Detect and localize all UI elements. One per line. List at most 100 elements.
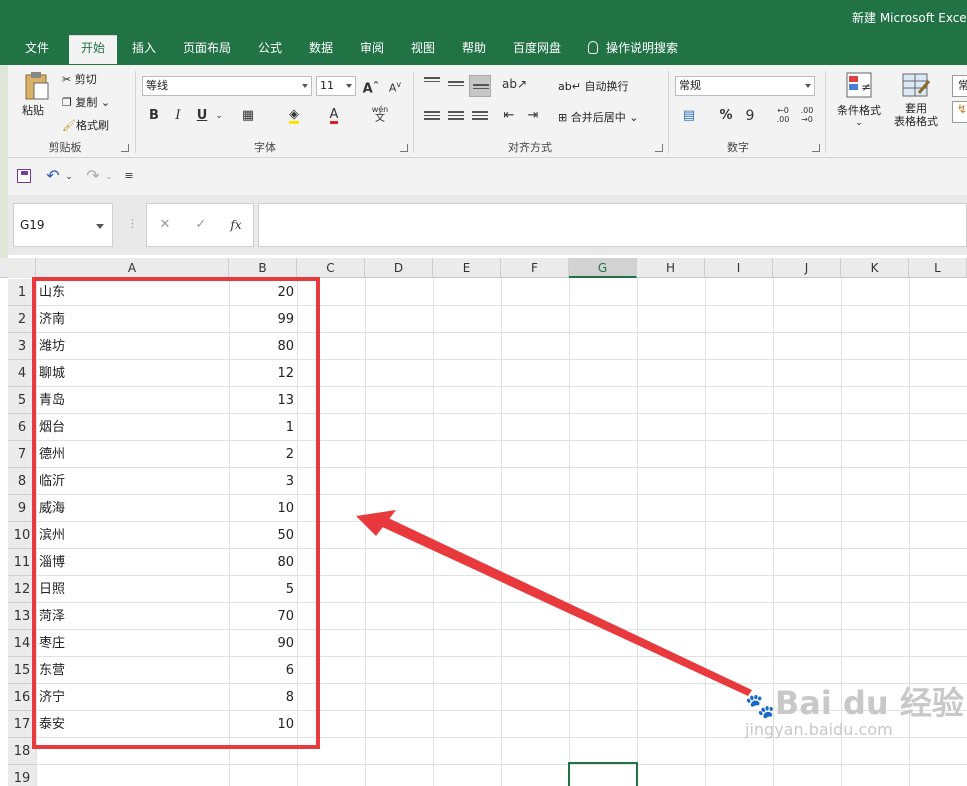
select-all-corner[interactable] [8,258,36,278]
undo-icon[interactable]: ↶ [44,168,62,184]
orientation-button[interactable]: ab↗ [502,76,527,92]
conditional-formatting-button[interactable]: ≠ 条件格式 ⌄ [832,71,886,128]
column-header-f[interactable]: F [501,258,569,278]
column-header-g[interactable]: G [569,258,637,278]
column-header-c[interactable]: C [297,258,365,278]
fill-color-button[interactable]: ◈ [284,107,304,124]
number-format-select[interactable]: 常规 [675,76,815,96]
name-box[interactable]: G19 [13,203,113,247]
enter-icon[interactable]: ✓ [193,217,209,233]
formula-bar: G19 ⋮ ✕ ✓ fx [0,195,967,255]
tab-review[interactable]: 审阅 [351,36,393,65]
divider [135,71,136,153]
copy-button[interactable]: ❐ 复制 ⌄ [62,94,110,110]
column-header-b[interactable]: B [229,258,297,278]
increase-decimal-button[interactable]: ←0.00 [772,106,794,124]
dialog-launcher-icon[interactable] [400,144,408,152]
percent-style-button[interactable]: % [717,108,735,124]
dialog-launcher-icon[interactable] [812,144,820,152]
chevron-down-icon[interactable]: ⌄ [214,108,224,124]
wrap-text-icon: ab↵ [558,80,581,93]
decrease-indent-button[interactable]: ⇤ [500,108,518,124]
drag-handle-icon[interactable]: ⋮ [127,217,138,230]
tab-file[interactable]: 文件 [14,36,60,65]
tell-me-search[interactable]: 操作说明搜索 [588,36,678,60]
watermark-brand: Bai du 经验 [774,684,964,722]
redo-icon[interactable]: ↷ [84,168,102,184]
clipboard-group-label: 剪贴板 [48,141,82,154]
cut-button[interactable]: ✂ 剪切 [62,71,97,87]
tab-insert[interactable]: 插入 [123,36,165,65]
row-header[interactable]: 19 [8,765,36,786]
align-left-icon[interactable] [424,111,440,123]
font-color-icon: A [329,107,339,124]
column-header-k[interactable]: K [841,258,909,278]
bold-button[interactable]: B [146,108,162,124]
increase-indent-button[interactable]: ⇥ [524,108,542,124]
cell-style-icon: ↯ [957,102,967,116]
wrap-text-button[interactable]: ab↵ 自动换行 [558,78,628,94]
tab-help[interactable]: 帮助 [453,36,495,65]
cancel-icon[interactable]: ✕ [157,217,173,233]
conditional-formatting-icon: ≠ [846,72,872,98]
chevron-down-icon [96,224,104,229]
merge-center-button[interactable]: ⊞ 合并后居中 ⌄ [558,109,638,125]
tab-page-layout[interactable]: 页面布局 [174,36,240,65]
bottom-align-icon [473,84,489,96]
borders-button[interactable]: ▦ [240,108,256,124]
phonetic-guide-button[interactable]: wén 文 [370,105,390,124]
highlight-rectangle [32,277,320,749]
tab-formulas[interactable]: 公式 [249,36,291,65]
middle-align-icon[interactable] [448,81,464,93]
font-size-select[interactable]: 11 [316,76,356,96]
column-header-l[interactable]: L [909,258,967,278]
paste-button[interactable]: 粘贴 [22,71,52,119]
column-header-j[interactable]: J [773,258,841,278]
dialog-launcher-icon[interactable] [655,144,663,152]
merge-center-label: 合并后居中 [570,111,626,124]
tab-home[interactable]: 开始 [69,35,117,64]
quick-access-toolbar: ↶ ⌄ ↷ ⌄ ≡ [0,158,967,195]
chevron-down-icon[interactable]: ⌄ [104,169,114,185]
font-name-select[interactable]: 等线 [142,76,312,96]
italic-button[interactable]: I [170,108,186,124]
cell-style-normal[interactable]: 常 [952,75,967,97]
underline-button[interactable]: U [194,108,210,124]
tab-view[interactable]: 视图 [402,36,444,65]
save-icon[interactable] [17,169,31,183]
insert-function-icon[interactable]: fx [227,217,245,233]
top-align-icon[interactable] [424,77,440,89]
tab-data[interactable]: 数据 [300,36,342,65]
formula-input[interactable] [258,203,967,247]
decrease-decimal-button[interactable]: .00 →0 [796,106,818,124]
format-painter-button[interactable]: 🖌格式刷 [62,117,109,133]
increase-font-size-button[interactable]: A^ [362,77,380,97]
column-header-i[interactable]: I [705,258,773,278]
divider [825,71,826,153]
comma-style-button[interactable]: 9 [741,108,759,124]
column-header-e[interactable]: E [433,258,501,278]
font-name-value: 等线 [146,79,168,92]
active-cell-selection[interactable] [568,762,638,786]
align-center-icon[interactable] [448,111,464,123]
align-right-icon[interactable] [472,111,488,123]
paste-label: 粘贴 [22,104,44,117]
dialog-launcher-icon[interactable] [121,144,129,152]
format-as-table-button[interactable]: 套用 表格格式 [886,71,946,128]
cell-style-swatch[interactable]: ↯ [952,101,967,123]
watermark-url: jingyan.baidu.com [745,720,893,739]
customize-qat-icon[interactable]: ≡ [124,168,134,184]
column-header-a[interactable]: A [36,258,229,278]
decrease-font-size-button[interactable]: Av [386,77,404,97]
font-color-button[interactable]: A [324,107,344,124]
column-header-h[interactable]: H [637,258,705,278]
chevron-down-icon[interactable]: ⌄ [64,169,74,185]
spreadsheet-grid[interactable]: A B C D E F G H I J K L 1 山东 20 2 济南 99 3 潍坊 80 4… [0,258,967,786]
tab-baidu-netdisk[interactable]: 百度网盘 [504,36,570,65]
column-header-d[interactable]: D [365,258,433,278]
decrease-decimal-bottom: →0 [801,115,813,124]
accounting-format-button[interactable]: ▤ [677,108,701,124]
name-box-value: G19 [20,218,45,232]
bottom-align-button[interactable] [469,75,491,97]
cell-b[interactable] [229,765,294,786]
